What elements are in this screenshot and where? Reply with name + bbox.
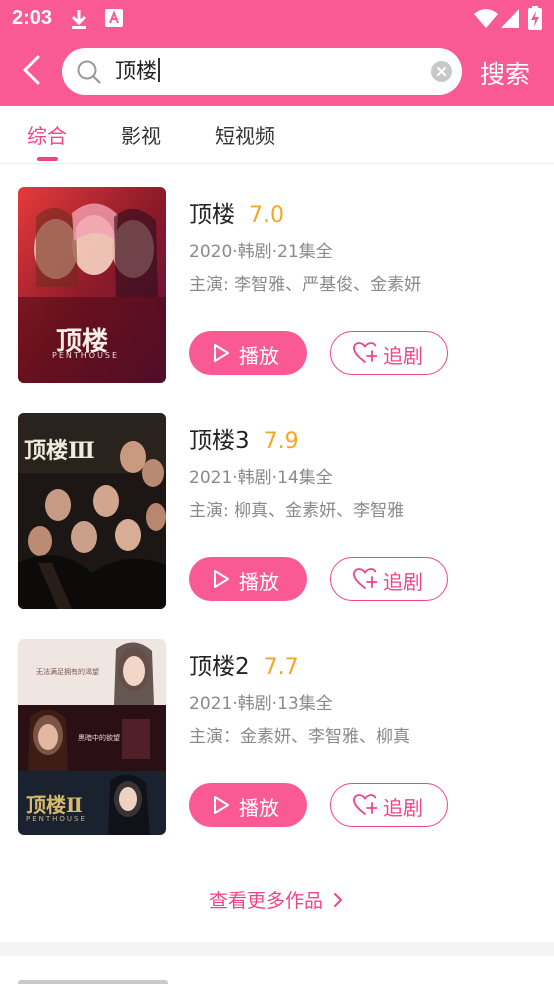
wifi-icon	[474, 9, 498, 28]
play-button[interactable]: 播放	[189, 783, 307, 827]
poster-logo-text: 顶楼Ⅲ	[24, 438, 95, 464]
poster-logo-text: 顶楼Ⅱ	[26, 793, 83, 817]
rating-score: 7.9	[263, 429, 299, 454]
result-cast: 主演：金素妍、李智雅、柳真	[189, 727, 410, 747]
play-button[interactable]: 播放	[189, 557, 307, 601]
result-item: 顶楼Ⅲ 顶楼3 7.9 2021·韩剧·14集全 主演: 柳真、金素妍、李智雅 播…	[0, 413, 554, 609]
back-arrow-icon	[23, 55, 40, 85]
search-button[interactable]: 搜索	[480, 55, 530, 91]
follow-label: 追剧	[383, 344, 423, 368]
result-title[interactable]: 顶楼 7.0	[189, 195, 284, 229]
rating-score: 7.0	[249, 203, 284, 228]
play-label: 播放	[239, 570, 279, 594]
tab-short-video[interactable]: 短视频	[215, 120, 275, 149]
tab-film-tv[interactable]: 影视	[121, 120, 161, 149]
result-cast: 主演: 柳真、金素妍、李智雅	[189, 501, 405, 521]
play-icon	[214, 570, 229, 588]
back-button[interactable]	[14, 49, 50, 93]
search-icon	[77, 60, 101, 84]
follow-label: 追剧	[383, 796, 423, 820]
poster-caption-top: 无法满足拥有的渴望	[36, 668, 99, 676]
chevron-right-icon	[334, 893, 343, 907]
poster-image[interactable]: 无法满足拥有的渴望 黑暗中的欲望 顶楼Ⅱ PENTHOUSE	[18, 639, 166, 835]
section-divider	[0, 942, 554, 956]
play-button[interactable]: 播放	[189, 331, 307, 375]
tab-bar: 综合 影视 短视频	[0, 106, 554, 164]
status-bar: 2:03	[0, 0, 554, 37]
result-item: 顶楼 PENTHOUSE 顶楼 7.0 2020·韩剧·21集全 主演: 李智雅、…	[0, 187, 554, 383]
search-query: 顶楼	[115, 57, 160, 85]
poster-image[interactable]: 顶楼Ⅲ	[18, 413, 166, 609]
follow-button[interactable]: 追剧	[330, 783, 448, 827]
search-input[interactable]: 顶楼	[62, 48, 462, 95]
result-meta: 2021·韩剧·14集全	[189, 468, 333, 488]
tab-comprehensive[interactable]: 综合	[27, 120, 67, 149]
play-label: 播放	[239, 344, 279, 368]
app-notification-icon	[105, 9, 123, 27]
search-header: 顶楼 搜索	[0, 37, 554, 106]
rating-score: 7.7	[263, 655, 299, 680]
download-icon	[71, 10, 87, 29]
status-time: 2:03	[12, 7, 53, 29]
result-meta: 2020·韩剧·21集全	[189, 242, 333, 262]
play-label: 播放	[239, 796, 279, 820]
view-more-link[interactable]: 查看更多作品	[0, 886, 554, 913]
battery-charging-icon	[528, 6, 542, 30]
result-title[interactable]: 顶楼3 7.9	[189, 421, 299, 455]
follow-button[interactable]: 追剧	[330, 331, 448, 375]
active-tab-indicator	[37, 157, 58, 161]
play-icon	[214, 344, 229, 362]
heart-plus-icon	[353, 568, 377, 589]
clear-search-button[interactable]	[431, 61, 452, 82]
follow-button[interactable]: 追剧	[330, 557, 448, 601]
follow-label: 追剧	[383, 570, 423, 594]
text-caret	[158, 58, 160, 82]
clear-icon	[437, 67, 446, 76]
poster-subtitle: PENTHOUSE	[26, 815, 87, 823]
heart-plus-icon	[353, 342, 377, 363]
view-more-label: 查看更多作品	[208, 890, 323, 912]
poster-caption-mid: 黑暗中的欲望	[78, 734, 120, 742]
result-meta: 2021·韩剧·13集全	[189, 694, 333, 714]
poster-subtitle: PENTHOUSE	[52, 351, 120, 360]
result-cast: 主演: 李智雅、严基俊、金素妍	[189, 275, 422, 295]
play-icon	[214, 796, 229, 814]
result-item: 无法满足拥有的渴望 黑暗中的欲望 顶楼Ⅱ PENTHOUSE 顶楼2 7.7 20…	[0, 639, 554, 835]
heart-plus-icon	[353, 794, 377, 815]
signal-icon	[501, 9, 519, 28]
poster-image[interactable]: 顶楼 PENTHOUSE	[18, 187, 166, 383]
next-item-peek	[18, 980, 168, 984]
result-title[interactable]: 顶楼2 7.7	[189, 647, 299, 681]
